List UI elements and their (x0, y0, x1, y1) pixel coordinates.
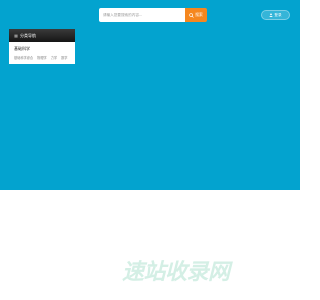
category-link[interactable]: 力学 (51, 56, 57, 60)
category-links: 基础科学综合 物理学 力学 数学 (14, 55, 75, 60)
search-button-label: 搜索 (195, 12, 203, 17)
search-input[interactable] (99, 8, 185, 22)
watermark-logo: 速站收录网 (122, 260, 230, 285)
page: 搜索 登录 分类导航 基础科学 基础科学综合 物理学 力学 数学 速站收录网 (0, 0, 300, 300)
search-bar: 搜索 (99, 8, 207, 22)
category-link[interactable]: 基础科学综合 (14, 56, 33, 60)
login-label: 登录 (274, 12, 282, 17)
category-link[interactable]: 物理学 (37, 56, 47, 60)
category-header: 分类导航 (9, 29, 75, 42)
login-button[interactable]: 登录 (261, 10, 290, 20)
category-panel: 分类导航 基础科学 基础科学综合 物理学 力学 数学 (9, 29, 75, 64)
search-button[interactable]: 搜索 (185, 8, 207, 22)
menu-icon (14, 34, 18, 37)
category-link[interactable]: 数学 (61, 56, 67, 60)
user-icon (269, 13, 274, 17)
category-header-label: 分类导航 (20, 32, 36, 38)
search-icon (189, 12, 194, 18)
category-title[interactable]: 基础科学 (14, 46, 75, 52)
